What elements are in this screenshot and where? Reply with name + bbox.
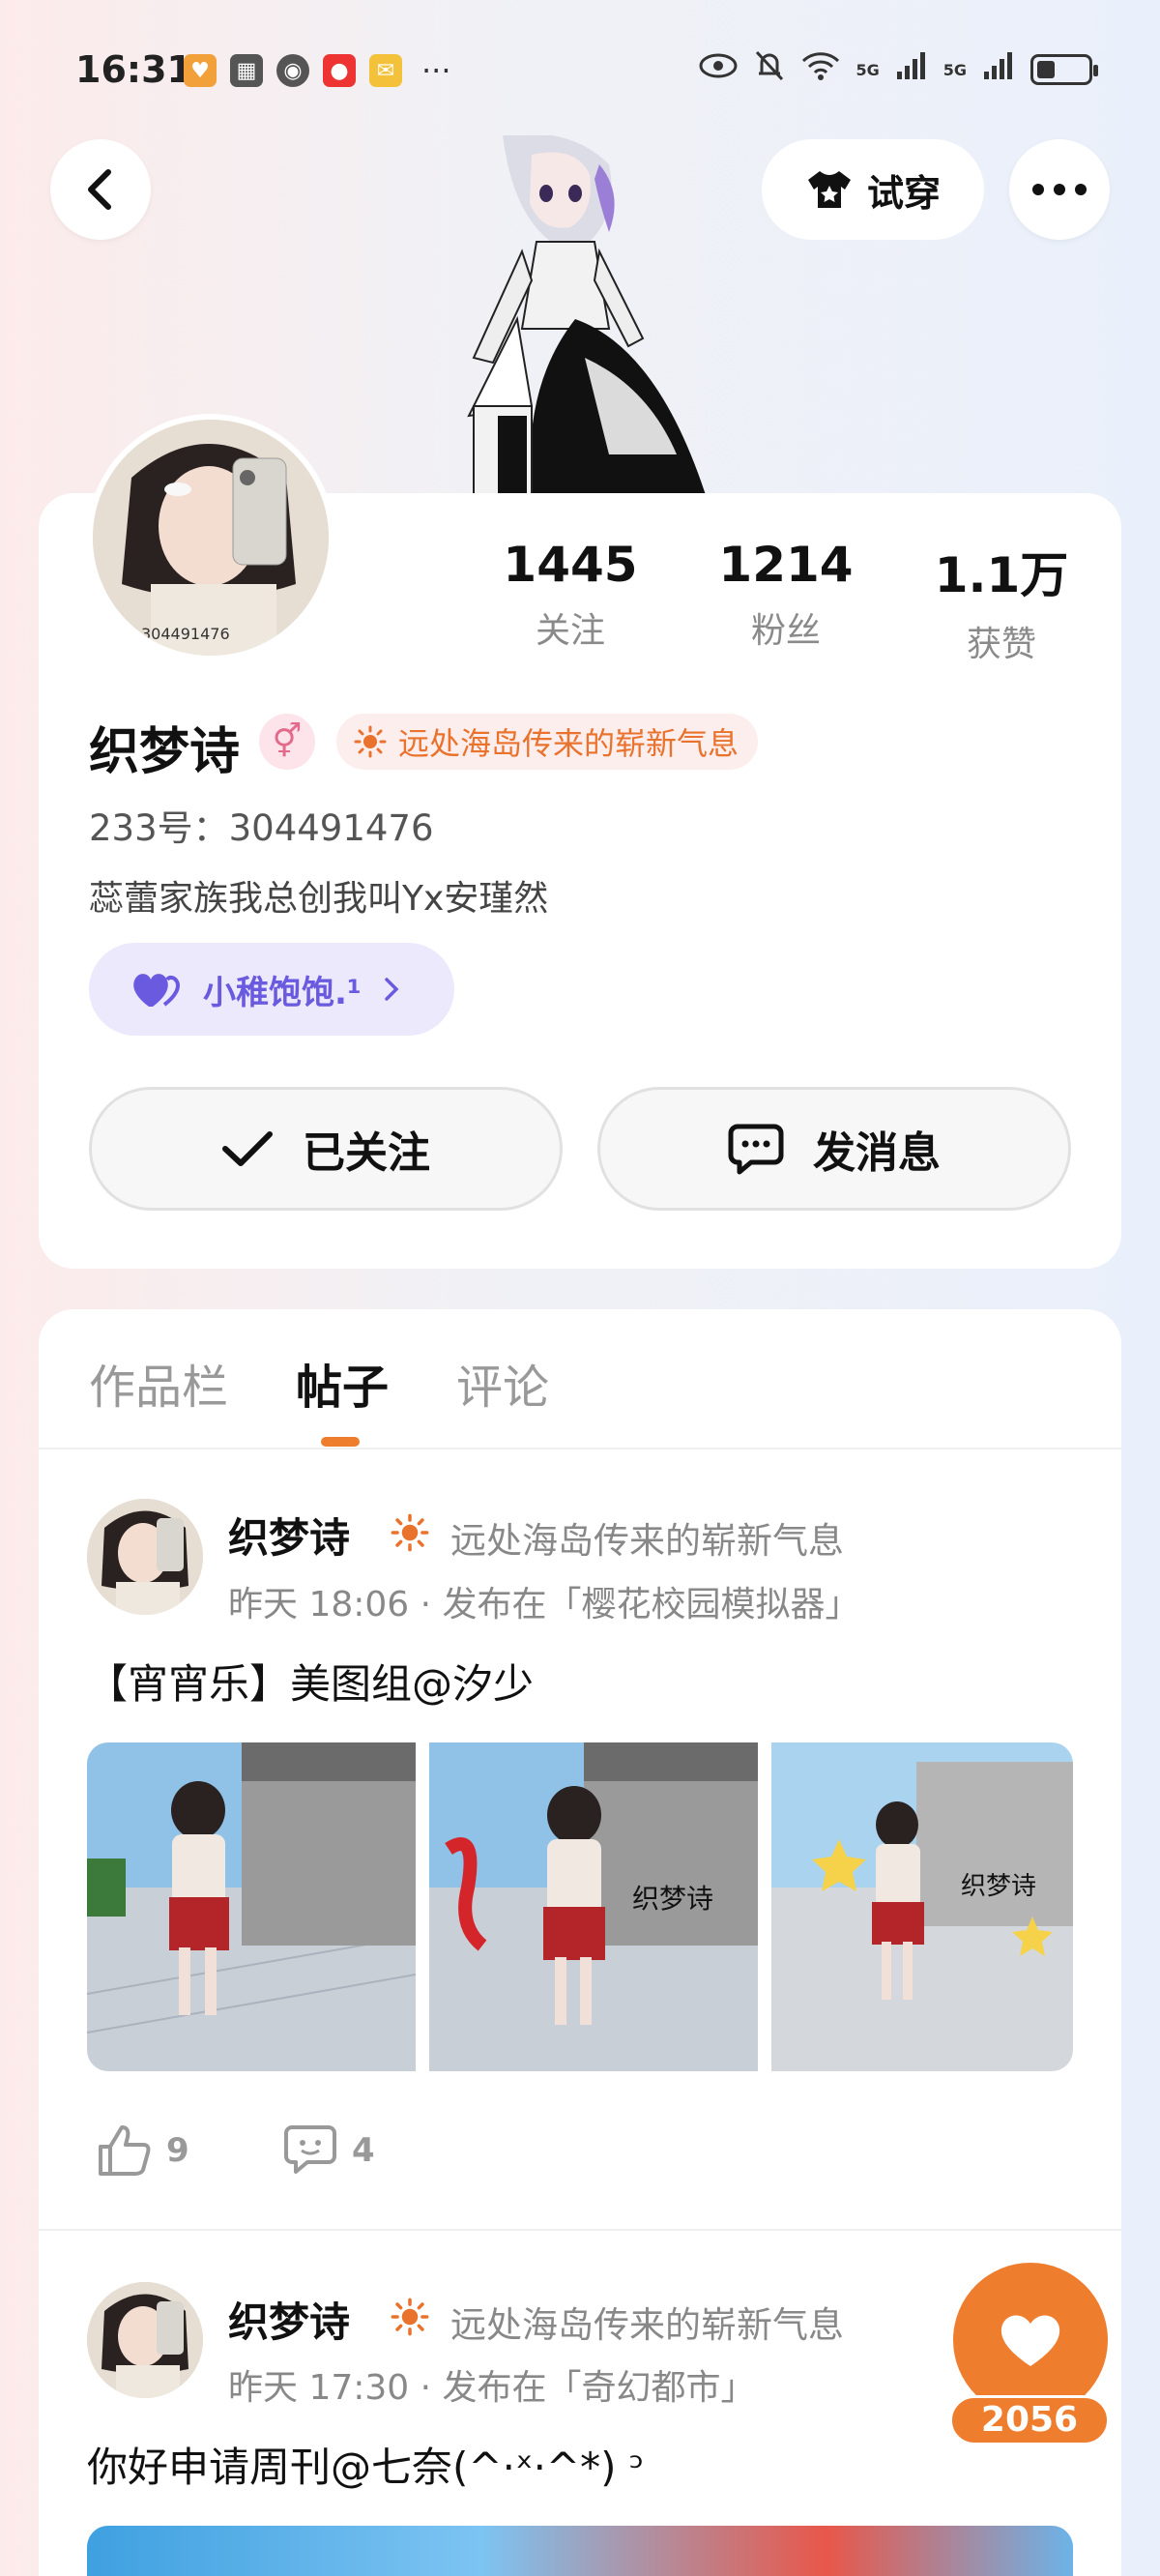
- more-options-button[interactable]: [1009, 139, 1110, 240]
- send-message-button[interactable]: 发消息: [597, 1087, 1071, 1211]
- try-on-button[interactable]: 试穿: [762, 139, 984, 240]
- more-dots-icon: [1032, 184, 1087, 195]
- post-meta[interactable]: 昨天 17:30 · 发布在「奇幻都市」: [228, 2359, 756, 2410]
- followers-label: 粉丝: [750, 611, 821, 651]
- game-screenshot: [87, 1742, 416, 2071]
- image-watermark: 织梦诗: [961, 1872, 1037, 1901]
- game-screenshot: [771, 1742, 1073, 2071]
- system-indicators: 5G 5G: [699, 48, 1098, 91]
- avatar-photo: [87, 2282, 203, 2398]
- post-divider: [39, 2229, 1121, 2231]
- tshirt-icon: [807, 171, 851, 208]
- avatar-character-image: [467, 135, 706, 495]
- gift-icon: ▦: [230, 54, 263, 87]
- tab-comments[interactable]: 评论: [456, 1349, 549, 1417]
- app-notification-icon: ♥: [184, 54, 217, 87]
- back-button[interactable]: [50, 139, 151, 240]
- more-notifications-icon: ···: [421, 52, 451, 89]
- network-type-1: 5G: [856, 60, 880, 79]
- profile-tabs: 作品栏 帖子 评论: [89, 1349, 549, 1417]
- signal-icon: [895, 50, 928, 89]
- status-bar: 16:31 ♥ ▦ ◉ ● ✉ ··· 5G 5G: [0, 0, 1160, 140]
- post-author-title: 远处海岛传来的崭新气息: [450, 2304, 844, 2346]
- post-comment-count: 4: [352, 2131, 375, 2170]
- gender-female-icon: ⚥: [259, 714, 315, 770]
- avatar-photo: [93, 420, 329, 656]
- eye-icon: [699, 52, 738, 87]
- club-badge-button[interactable]: 小稚饱饱.¹: [89, 943, 454, 1036]
- following-label: 关注: [535, 611, 605, 651]
- thumbs-up-icon: [99, 2125, 151, 2176]
- stat-following[interactable]: 1445 关注: [474, 537, 667, 653]
- avatar-photo: [87, 1499, 203, 1615]
- tab-works[interactable]: 作品栏: [89, 1349, 228, 1417]
- image-watermark: 织梦诗: [632, 1883, 714, 1915]
- try-on-label: 试穿: [866, 171, 941, 215]
- stat-likes: 1.1万 获赞: [905, 537, 1098, 666]
- post-author-avatar[interactable]: [87, 2282, 203, 2398]
- post-image-grid: 织梦诗 织梦诗: [87, 1742, 1073, 2071]
- post-text[interactable]: 你好申请周刊@七奈(^·ˣ·^*) ᵓ: [87, 2435, 644, 2494]
- sun-icon: [354, 725, 387, 758]
- weibo-icon: ●: [323, 54, 356, 87]
- chevron-right-icon: [385, 978, 399, 1001]
- sun-icon: [391, 2298, 429, 2336]
- floating-like-count: 2056: [949, 2395, 1110, 2445]
- likes-count: 1.1万: [934, 547, 1069, 603]
- profile-bio: 蕊蕾家族我总创我叫Yx安瑾然: [89, 879, 549, 919]
- user-id[interactable]: 233号：304491476: [89, 799, 434, 851]
- following-button[interactable]: 已关注: [89, 1087, 563, 1211]
- floating-like-button[interactable]: [953, 2263, 1108, 2417]
- tabs-divider: [39, 1448, 1121, 1449]
- tab-posts[interactable]: 帖子: [296, 1349, 389, 1417]
- following-button-label: 已关注: [303, 1128, 430, 1178]
- wifi-icon: [801, 50, 840, 89]
- heart-icon: [1000, 2315, 1060, 2366]
- post-author-name[interactable]: 织梦诗: [228, 2290, 350, 2349]
- post-image-1[interactable]: [87, 1742, 416, 2071]
- mail-icon: ✉: [369, 54, 402, 87]
- battery-icon: [1030, 54, 1098, 85]
- post-image-3[interactable]: 织梦诗: [771, 1742, 1073, 2071]
- comment-icon: [284, 2125, 336, 2174]
- stat-followers[interactable]: 1214 粉丝: [689, 537, 883, 653]
- followers-count: 1214: [718, 537, 854, 593]
- send-message-label: 发消息: [813, 1128, 941, 1178]
- following-count: 1445: [503, 537, 638, 593]
- mute-icon: [753, 48, 786, 91]
- checkmark-icon: [222, 1131, 273, 1166]
- wechat-icon: ◉: [276, 54, 309, 87]
- post-comment-button[interactable]: 4: [282, 2123, 375, 2178]
- signal-icon-2: [982, 50, 1015, 89]
- profile-avatar[interactable]: 304491476: [87, 414, 334, 661]
- profile-title-text: 远处海岛传来的崭新气息: [398, 725, 740, 762]
- post-like-button[interactable]: 9: [97, 2123, 189, 2178]
- sun-icon: [391, 1513, 429, 1552]
- post-author-title: 远处海岛传来的崭新气息: [450, 1520, 844, 1562]
- post-image-preview[interactable]: [87, 2526, 1073, 2576]
- post-author-name[interactable]: 织梦诗: [228, 1506, 350, 1565]
- network-type-2: 5G: [942, 60, 967, 79]
- active-tab-indicator: [321, 1437, 360, 1447]
- post-image-2[interactable]: 织梦诗: [429, 1742, 758, 2071]
- post-meta[interactable]: 昨天 18:06 · 发布在「樱花校园模拟器」: [228, 1576, 860, 1626]
- notification-icons: ♥ ▦ ◉ ● ✉ ···: [184, 52, 451, 89]
- club-name: 小稚饱饱.¹: [203, 973, 362, 1012]
- status-time: 16:31: [75, 48, 192, 91]
- post-like-count: 9: [166, 2131, 189, 2170]
- post-text[interactable]: 【宵宵乐】美图组@汐少: [87, 1652, 534, 1711]
- profile-title-badge[interactable]: 远处海岛传来的崭新气息: [336, 714, 759, 770]
- chat-bubble-icon: [728, 1124, 784, 1175]
- post-author-avatar[interactable]: [87, 1499, 203, 1615]
- heart-icon: [133, 974, 180, 1007]
- avatar-id-watermark: 304491476: [141, 625, 230, 643]
- likes-label: 获赞: [966, 625, 1036, 664]
- profile-name: 织梦诗: [89, 723, 241, 781]
- chevron-left-icon: [88, 169, 111, 210]
